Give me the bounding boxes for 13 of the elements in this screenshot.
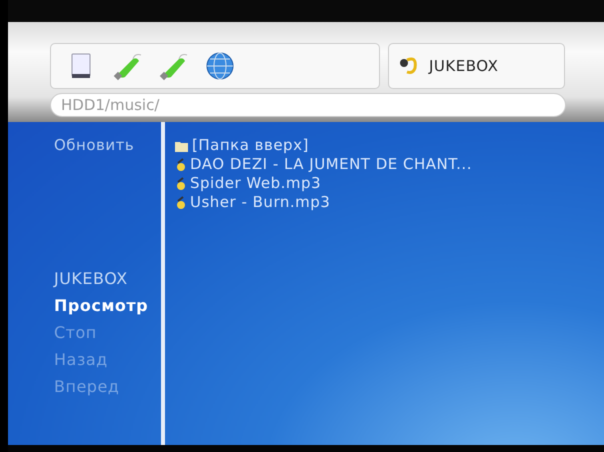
file-name[interactable]: [Папка вверх] xyxy=(192,136,309,155)
refresh-button[interactable]: Обновить xyxy=(54,136,161,155)
mode-label: JUKEBOX xyxy=(429,56,498,76)
usb-stick-icon[interactable] xyxy=(159,51,189,81)
path-field[interactable]: HDD1/music/ xyxy=(50,93,566,117)
folder-icon xyxy=(175,140,188,152)
file-name[interactable]: Usher - Burn.mp3 xyxy=(190,193,330,212)
menu-item[interactable]: JUKEBOX xyxy=(54,265,161,292)
globe-icon[interactable] xyxy=(205,51,235,81)
file-name[interactable]: DAO DEZI - LA JUMENT DE CHANT... xyxy=(190,155,472,174)
usb-stick-icon[interactable] xyxy=(113,51,143,81)
file-name[interactable]: Spider Web.mp3 xyxy=(190,174,322,193)
menu-item[interactable]: Просмотр xyxy=(54,292,161,319)
